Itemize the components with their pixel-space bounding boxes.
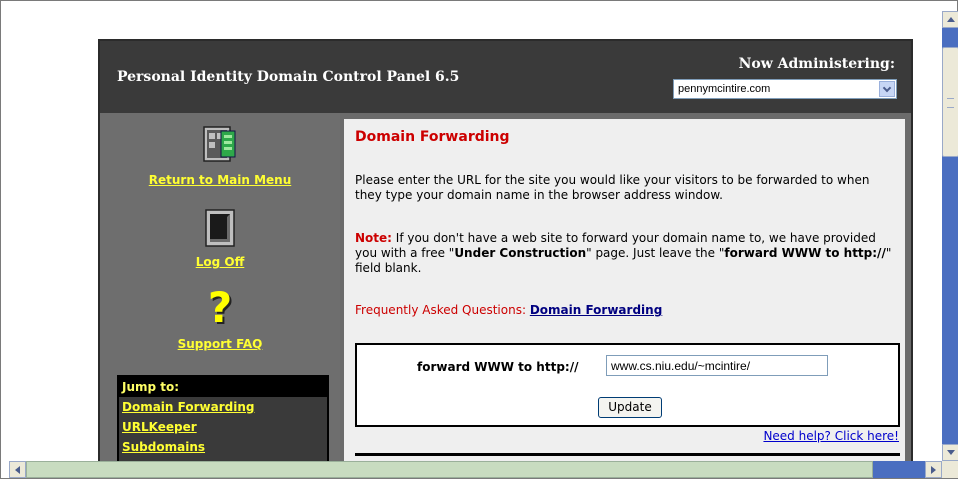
question-mark-icon[interactable]: ? xyxy=(205,285,235,331)
forward-url-input[interactable] xyxy=(606,355,828,376)
support-faq-item: Support FAQ xyxy=(100,333,340,352)
return-main-menu-link[interactable]: Return to Main Menu xyxy=(149,173,292,187)
forward-www-label: forward WWW to http:// xyxy=(417,360,579,374)
faq-prefix: Frequently Asked Questions: xyxy=(355,303,530,317)
update-button[interactable]: Update xyxy=(598,397,662,418)
faq-line: Frequently Asked Questions: Domain Forwa… xyxy=(355,303,662,317)
note-label: Note: xyxy=(355,231,392,245)
log-off-icon[interactable] xyxy=(205,209,235,247)
jump-link-urlkeeper[interactable]: URLKeeper xyxy=(119,417,327,437)
vertical-scroll-thumb[interactable] xyxy=(942,47,958,157)
page-title: Domain Forwarding xyxy=(355,129,510,145)
scroll-left-button[interactable] xyxy=(9,461,26,478)
divider xyxy=(355,453,900,456)
main-content: Domain Forwarding Please enter the URL f… xyxy=(344,119,905,461)
horizontal-scrollbar[interactable] xyxy=(9,461,942,478)
arrow-right-icon xyxy=(931,465,936,474)
vertical-scrollbar[interactable] xyxy=(942,11,958,461)
scroll-up-button[interactable] xyxy=(942,11,958,28)
support-faq-link[interactable]: Support FAQ xyxy=(178,337,263,351)
scroll-down-button[interactable] xyxy=(942,444,958,461)
scroll-right-button[interactable] xyxy=(925,461,942,478)
intro-text: Please enter the URL for the site you wo… xyxy=(355,173,870,202)
log-off-item: Log Off xyxy=(100,251,340,270)
need-help-link[interactable]: Need help? Click here! xyxy=(763,429,899,443)
jump-to-box: Jump to: Domain Forwarding URLKeeper Sub… xyxy=(117,375,329,461)
chevron-down-icon[interactable] xyxy=(879,81,895,97)
scrollbar-corner xyxy=(942,461,958,478)
panel-header: Personal Identity Domain Control Panel 6… xyxy=(100,41,911,113)
note-bold-2: forward WWW to http:// xyxy=(724,246,886,260)
domain-select[interactable]: pennymcintire.com xyxy=(673,79,897,99)
jump-link-subdomains[interactable]: Subdomains xyxy=(119,437,327,457)
note-bold-1: Under Construction xyxy=(454,246,587,260)
note-part-2: " page. Just leave the " xyxy=(586,246,725,260)
faq-domain-forwarding-link[interactable]: Domain Forwarding xyxy=(530,303,662,317)
return-main-menu-item: Return to Main Menu xyxy=(100,169,340,188)
now-administering-label: Now Administering: xyxy=(738,56,895,72)
horizontal-scroll-thumb[interactable] xyxy=(26,461,873,478)
forward-form: forward WWW to http:// Update xyxy=(355,343,900,427)
sidebar: Return to Main Menu Log Off ? Support FA… xyxy=(100,113,340,461)
jump-to-title: Jump to: xyxy=(119,377,327,397)
arrow-left-icon xyxy=(15,465,20,474)
browser-viewport: Personal Identity Domain Control Panel 6… xyxy=(0,0,958,479)
arrow-down-icon xyxy=(946,450,955,455)
jump-link-domain-forwarding[interactable]: Domain Forwarding xyxy=(119,397,327,417)
arrow-up-icon xyxy=(946,17,955,22)
panel-title: Personal Identity Domain Control Panel 6… xyxy=(117,69,460,85)
log-off-link[interactable]: Log Off xyxy=(196,255,245,269)
note-text: Note: If you don't have a web site to fo… xyxy=(355,231,900,276)
main-menu-icon[interactable] xyxy=(203,125,237,163)
domain-select-value: pennymcintire.com xyxy=(678,83,771,95)
control-panel: Personal Identity Domain Control Panel 6… xyxy=(98,39,913,461)
